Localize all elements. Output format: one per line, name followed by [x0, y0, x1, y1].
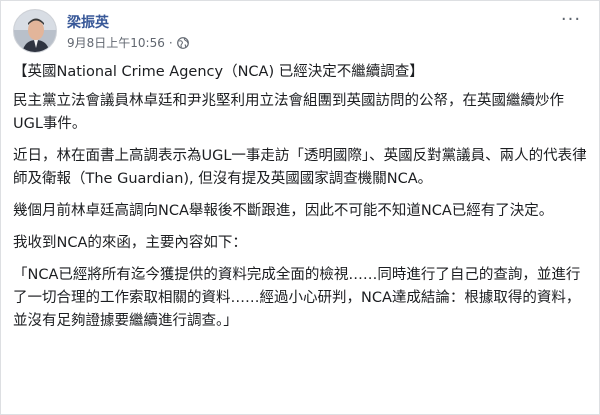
more-options-icon[interactable]: ··· [557, 11, 585, 31]
author-name[interactable]: 梁振英 [67, 12, 109, 32]
avatar-photo [14, 10, 56, 52]
post-timestamp[interactable]: 9月8日上午10:56 [67, 34, 165, 51]
post-title: 【英國National Crime Agency（NCA) 已經決定不繼續調查】 [13, 64, 424, 80]
globe-icon[interactable] [176, 36, 189, 49]
paragraph-3: 幾個月前林卓廷高調向NCA舉報後不斷跟進，因此不可能不知道NCA已經有了決定。 [13, 203, 554, 219]
paragraph-4: 我收到NCA的來函，主要內容如下： [13, 235, 247, 251]
paragraph-1: 民主黨立法會議員林卓廷和尹兆堅利用立法會組團到英國訪問的公帑，在英國繼續炒作UG… [13, 93, 564, 132]
post-meta: 9月8日上午10:56 · [67, 34, 189, 51]
paragraph-2: 近日，林在面書上高調表示為UGL一事走訪「透明國際」、英國反對黨議員、兩人的代表… [13, 148, 587, 187]
facebook-post: 梁振英 9月8日上午10:56 · ··· 【英國National Crime … [0, 0, 600, 415]
post-body: 【英國National Crime Agency（NCA) 已經決定不繼續調查】… [13, 61, 587, 342]
avatar[interactable] [13, 9, 57, 53]
meta-separator: · [168, 35, 173, 50]
post-header: 梁振英 9月8日上午10:56 · ··· [13, 9, 589, 55]
quoted-letter: 「NCA已經將所有迄今獲提供的資料完成全面的檢視……同時進行了自己的查詢，並進行… [13, 267, 581, 329]
